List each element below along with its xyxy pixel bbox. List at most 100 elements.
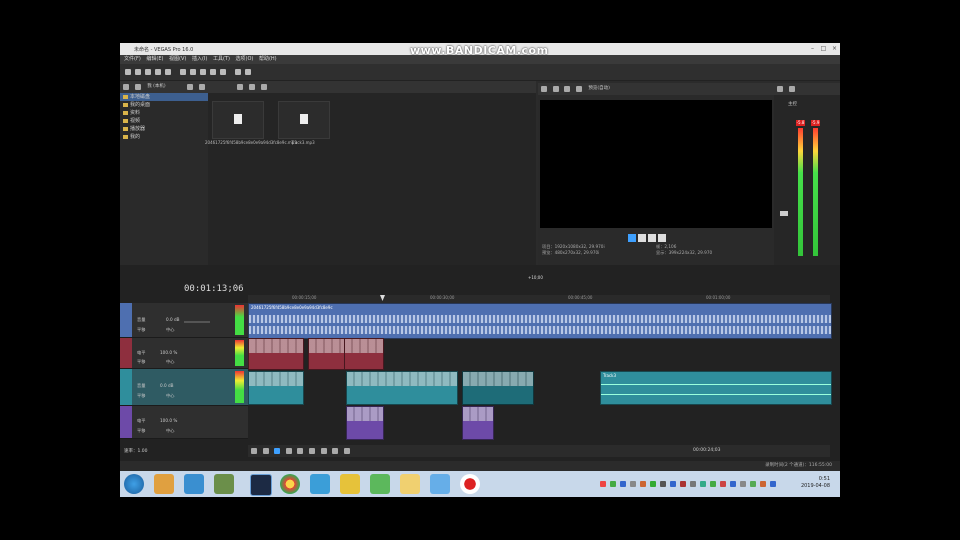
tree-item[interactable]: 我的 (120, 133, 208, 141)
vegas-taskbar-icon[interactable] (250, 474, 272, 496)
play-preview-icon[interactable] (237, 84, 244, 90)
chrome-icon[interactable] (280, 474, 300, 494)
tray-icon[interactable] (740, 481, 746, 487)
menu-file[interactable]: 文件(F) (124, 55, 141, 64)
next-frame-icon[interactable] (343, 448, 350, 454)
audio-clip[interactable]: Track3 (600, 371, 832, 405)
tray-icon[interactable] (710, 481, 716, 487)
video-clip[interactable] (248, 338, 304, 370)
copy-icon[interactable] (190, 69, 196, 75)
maximize-icon[interactable]: □ (819, 45, 828, 52)
record-icon[interactable] (251, 448, 257, 454)
tree-item[interactable]: 播放器 (120, 125, 208, 133)
folder-icon[interactable] (400, 474, 420, 494)
undo-icon[interactable] (210, 69, 216, 75)
file-item[interactable] (278, 101, 330, 139)
tray-icon[interactable] (690, 481, 696, 487)
video-clip[interactable] (462, 406, 494, 440)
stop-icon[interactable] (648, 234, 656, 242)
menu-insert[interactable]: 插入(I) (192, 55, 207, 64)
video-clip[interactable] (308, 338, 346, 370)
start-icon[interactable] (124, 474, 144, 494)
go-start-icon[interactable] (308, 448, 315, 454)
track-header[interactable]: 音量 0.0 dB 平移 中心 (120, 369, 248, 406)
taskbar-app-icon[interactable] (370, 474, 390, 494)
stop-icon[interactable] (297, 448, 304, 454)
preview-quality[interactable]: 预览(自动) (588, 86, 610, 91)
pause-icon[interactable] (285, 448, 292, 454)
taskbar-app-icon[interactable] (340, 474, 360, 494)
play-icon[interactable] (274, 448, 281, 454)
explorer-path[interactable]: 我 (本机) (147, 84, 165, 89)
tray-icon[interactable] (600, 481, 606, 487)
taskbar-app-icon[interactable] (310, 474, 330, 494)
snapshot-icon[interactable] (575, 86, 582, 92)
pause-icon[interactable] (638, 234, 646, 242)
go-end-icon[interactable] (320, 448, 327, 454)
tree-item[interactable]: 本地磁盘 (120, 93, 208, 101)
menu-options[interactable]: 选项(O) (236, 55, 254, 64)
trim-icon[interactable] (235, 69, 241, 75)
open-icon[interactable] (135, 69, 141, 75)
save-icon[interactable] (145, 69, 151, 75)
taskbar-app-icon[interactable] (184, 474, 204, 494)
volume-slider[interactable] (184, 321, 210, 323)
tray-icon[interactable] (700, 481, 706, 487)
bandicam-record-icon[interactable] (460, 474, 480, 494)
new-project-icon[interactable] (125, 69, 131, 75)
audio-clip[interactable]: 20461725f6f458b9ce8e0e9a94d3fc8e9c (248, 303, 832, 339)
tray-icon[interactable] (680, 481, 686, 487)
split-screen-icon[interactable] (552, 86, 559, 92)
video-clip[interactable] (346, 406, 384, 440)
tray-icon[interactable] (670, 481, 676, 487)
tray-icon[interactable] (720, 481, 726, 487)
taskbar-clock[interactable]: 0:51 2019-04-08 (801, 476, 830, 490)
file-item[interactable] (212, 101, 264, 139)
timeline-ruler[interactable]: 00:00:15;00 00:00:30;00 00:00:45;00 00:0… (248, 295, 830, 303)
tray-icon[interactable] (620, 481, 626, 487)
master-settings-icon[interactable] (788, 86, 795, 92)
autopreview-icon[interactable] (260, 84, 267, 90)
stop-preview-icon[interactable] (249, 84, 256, 90)
redo-icon[interactable] (220, 69, 226, 75)
video-clip[interactable] (248, 371, 304, 405)
close-icon[interactable]: × (830, 45, 839, 52)
tray-icon[interactable] (730, 481, 736, 487)
overlay-icon[interactable] (564, 86, 571, 92)
tray-icon[interactable] (750, 481, 756, 487)
prev-frame-icon[interactable] (332, 448, 339, 454)
track-header[interactable]: 电平 100.0 % 平移 中心 (120, 406, 248, 439)
tray-icon[interactable] (760, 481, 766, 487)
taskbar-app-icon[interactable] (154, 474, 174, 494)
tree-item[interactable]: 资料 (120, 109, 208, 117)
cut-icon[interactable] (180, 69, 186, 75)
master-fader[interactable] (780, 211, 788, 216)
preview-settings-icon[interactable] (541, 86, 547, 92)
tray-icon[interactable] (630, 481, 636, 487)
refresh-icon[interactable] (187, 84, 194, 90)
taskbar-app-icon[interactable] (430, 474, 450, 494)
snap-icon[interactable] (245, 69, 251, 75)
properties-icon[interactable] (165, 69, 171, 75)
menu-edit[interactable]: 编辑(E) (146, 55, 163, 64)
tray-icon[interactable] (640, 481, 646, 487)
taskbar-app-icon[interactable] (214, 474, 234, 494)
tree-item[interactable]: 视频 (120, 117, 208, 125)
tray-icon[interactable] (660, 481, 666, 487)
track-header[interactable]: 电平 100.0 % 平移 中心 (120, 338, 248, 369)
tray-icon[interactable] (610, 481, 616, 487)
loop-icon[interactable] (658, 234, 666, 242)
render-icon[interactable] (155, 69, 161, 75)
menu-help[interactable]: 帮助(H) (259, 55, 277, 64)
master-fx-icon[interactable] (777, 86, 783, 92)
paste-icon[interactable] (200, 69, 206, 75)
tree-item[interactable]: 我的桌面 (120, 101, 208, 109)
view-icon[interactable] (198, 84, 205, 90)
minimize-icon[interactable]: – (808, 45, 817, 52)
forward-icon[interactable] (134, 84, 141, 90)
track-header[interactable]: 音量 0.0 dB 平移 中心 (120, 303, 248, 338)
back-icon[interactable] (123, 84, 129, 90)
loop-playback-icon[interactable] (262, 448, 269, 454)
play-icon[interactable] (628, 234, 636, 242)
tray-icon[interactable] (650, 481, 656, 487)
